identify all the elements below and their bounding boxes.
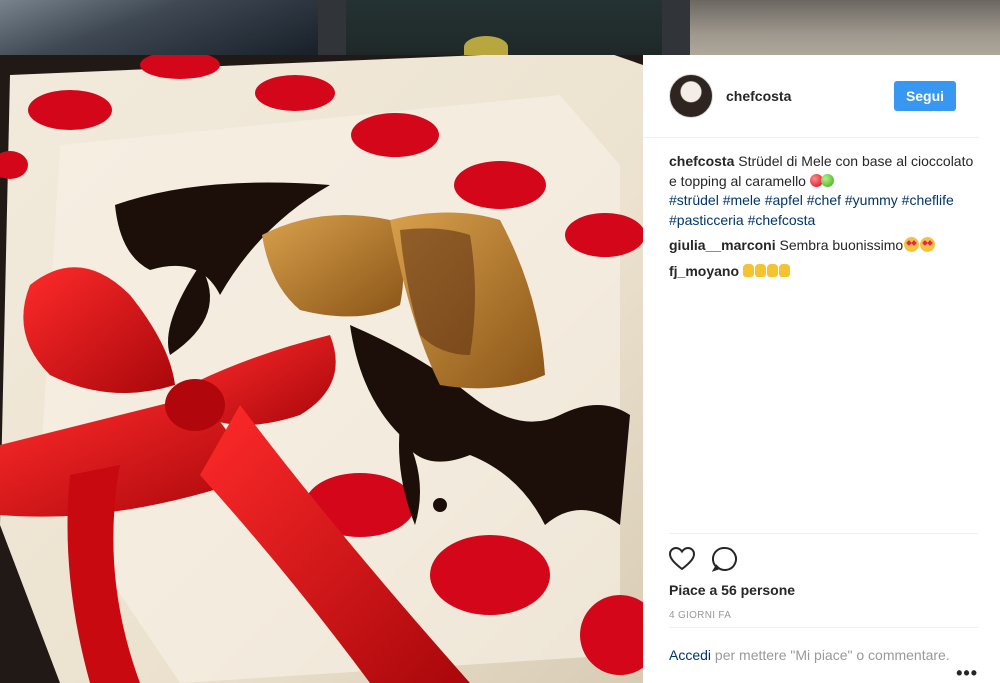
comment-text: Sembra buonissimo [779,237,904,253]
green-apple-emoji-icon [820,173,834,187]
caption: chefcosta Strüdel di Mele con base al ci… [669,152,976,230]
comment-author[interactable]: fj_moyano [669,263,739,279]
post-actions: Piace a 56 persone 4 giorni fa [669,533,978,621]
login-prompt-text: per mettere "Mi piace" o commentare. [711,647,950,663]
like-count[interactable]: Piace a 56 persone [669,582,978,598]
login-link[interactable]: Accedi [669,647,711,663]
comment-item: giulia__marconi Sembra buonissimo [669,236,976,256]
login-prompt: Accedi per mettere "Mi piace" o commenta… [669,627,978,665]
username[interactable]: chefcosta [726,88,894,104]
post-modal: chefcosta Segui chefcosta Strüdel di Mel… [0,55,1000,683]
comment-item: fj_moyano [669,262,976,282]
clap-emoji-icon [766,263,778,277]
post-timestamp: 4 giorni fa [669,610,732,621]
comment-list: chefcosta Strüdel di Mele con base al ci… [643,138,1000,281]
heart-eyes-emoji-icon [920,237,936,252]
follow-button[interactable]: Segui [894,81,956,111]
comment-icon[interactable] [712,546,738,572]
post-sidebar: chefcosta Segui chefcosta Strüdel di Mel… [643,55,1000,683]
caption-author[interactable]: chefcosta [669,153,734,169]
heart-eyes-emoji-icon [904,237,920,252]
heart-icon[interactable] [669,547,695,571]
clap-emoji-icon [742,263,754,277]
comment-author[interactable]: giulia__marconi [669,237,776,253]
caption-hashtags[interactable]: #strüdel #mele #apfel #chef #yummy #chef… [669,191,976,230]
clap-emoji-icon [754,263,766,277]
more-options-icon[interactable]: ••• [956,663,978,683]
avatar[interactable] [669,74,713,118]
post-photo[interactable] [0,55,643,683]
post-photo-image [0,55,643,683]
clap-emoji-icon [778,263,790,277]
post-header: chefcosta Segui [643,55,978,138]
